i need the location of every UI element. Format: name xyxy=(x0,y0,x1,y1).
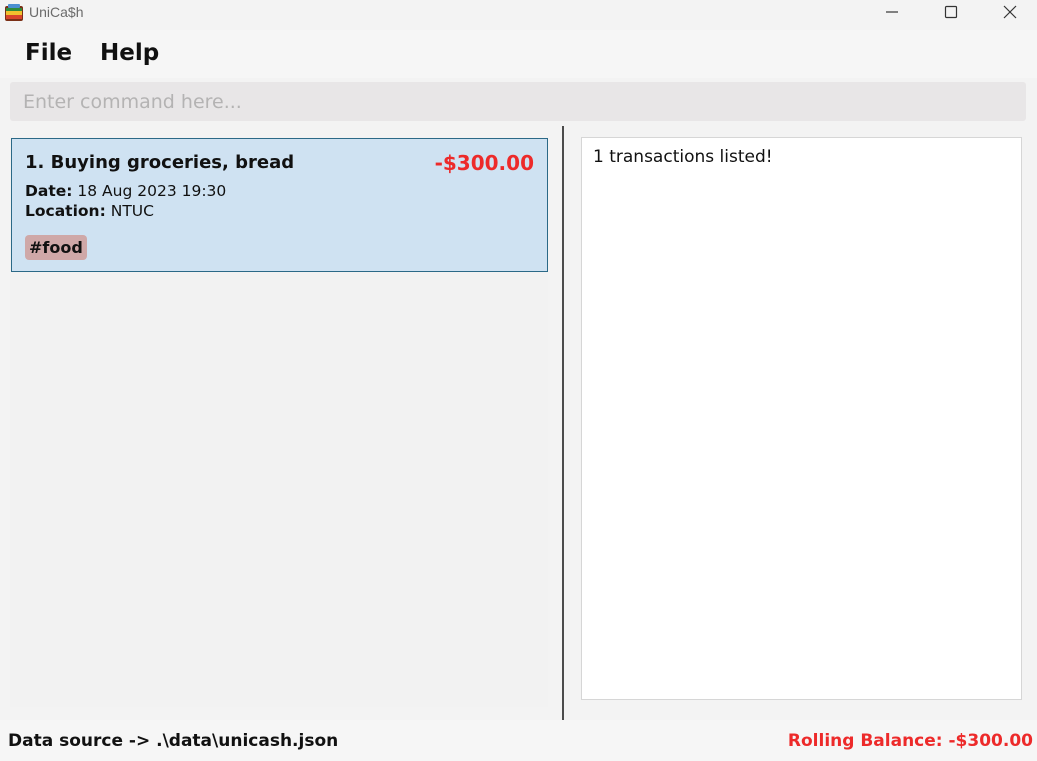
app-window: UniCa$h File Help 1. Buying groceries, b… xyxy=(0,0,1037,761)
date-label: Date: xyxy=(25,182,73,200)
maximize-button[interactable] xyxy=(929,0,973,28)
title-bar: UniCa$h xyxy=(0,0,1037,28)
transaction-amount: -$300.00 xyxy=(434,151,534,175)
menu-bar: File Help xyxy=(0,30,1037,78)
result-message: 1 transactions listed! xyxy=(593,147,773,167)
close-button[interactable] xyxy=(988,0,1032,28)
window-title: UniCa$h xyxy=(29,4,84,20)
minimize-button[interactable] xyxy=(870,0,914,28)
data-source-label: Data source -> .\data\unicash.json xyxy=(8,731,339,751)
transaction-date: Date: 18 Aug 2023 19:30 xyxy=(25,182,226,200)
command-input[interactable] xyxy=(10,82,1026,121)
close-icon xyxy=(1003,5,1017,24)
transaction-card[interactable]: 1. Buying groceries, bread -$300.00 Date… xyxy=(11,138,548,272)
location-value: NTUC xyxy=(110,202,154,220)
wallet-icon xyxy=(4,3,24,23)
status-bar: Data source -> .\data\unicash.json Rolli… xyxy=(0,720,1037,761)
transaction-location: Location: NTUC xyxy=(25,202,154,220)
menu-file[interactable]: File xyxy=(25,40,72,66)
location-label: Location: xyxy=(25,202,106,220)
split-pane-divider[interactable] xyxy=(562,126,564,720)
transaction-title: 1. Buying groceries, bread xyxy=(25,152,295,173)
menu-help[interactable]: Help xyxy=(100,40,159,66)
rolling-balance: Rolling Balance: -$300.00 xyxy=(787,731,1033,751)
maximize-icon xyxy=(944,5,958,24)
result-display[interactable]: 1 transactions listed! xyxy=(581,137,1022,700)
category-tag: #food xyxy=(25,235,87,260)
date-value: 18 Aug 2023 19:30 xyxy=(77,182,227,200)
minimize-icon xyxy=(885,5,899,24)
